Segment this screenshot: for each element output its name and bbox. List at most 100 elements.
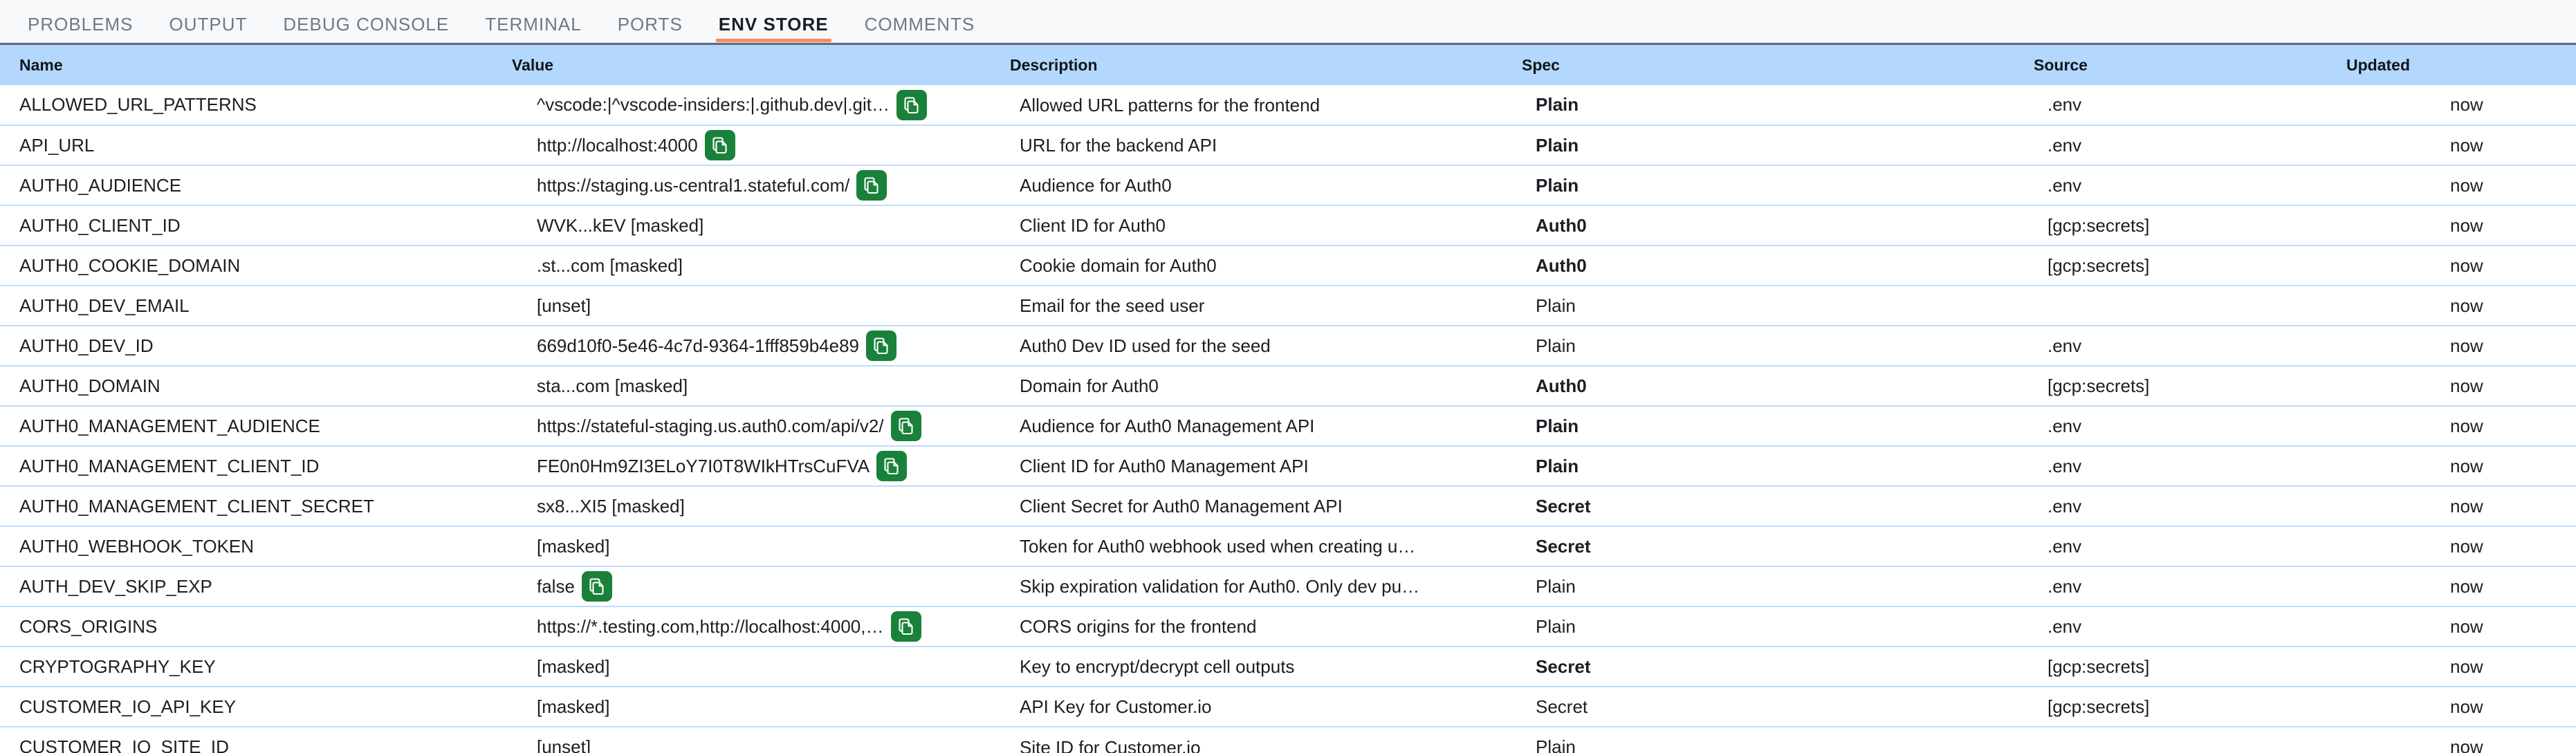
copy-icon[interactable]: [876, 451, 908, 481]
cell-spec: Plain: [1536, 736, 1576, 753]
cell-name: AUTH_DEV_SKIP_EXP: [0, 566, 512, 607]
cell-description: Skip expiration validation for Auth0. On…: [1010, 566, 1522, 607]
copy-icon[interactable]: [896, 89, 928, 120]
table-header-row: Name Value Description Spec Source Updated: [0, 45, 2576, 85]
cell-spec: Plain: [1522, 606, 2034, 647]
column-header-updated[interactable]: Updated: [2346, 45, 2576, 85]
cell-source: [gcp:secrets]: [2034, 647, 2346, 687]
cell-updated: now: [2346, 245, 2576, 286]
column-header-description[interactable]: Description: [1010, 45, 1522, 85]
cell-source: .env: [2034, 606, 2346, 647]
value-cell-inner: [masked]: [537, 651, 1009, 682]
value-cell-inner: sx8...XI5 [masked]: [537, 491, 1009, 521]
description-text: Client Secret for Auth0 Management API: [1020, 496, 1343, 517]
cell-name: AUTH0_COOKIE_DOMAIN: [0, 245, 512, 286]
cell-source: .env: [2034, 486, 2346, 527]
table-row[interactable]: CUSTOMER_IO_API_KEY [masked] API Key for C…: [0, 687, 2576, 727]
cell-spec: Plain: [1522, 85, 2034, 126]
value-cell-inner: https://stateful-staging.us.auth0.com/ap…: [537, 411, 1009, 441]
copy-icon[interactable]: [890, 411, 921, 441]
cell-updated: now: [2346, 165, 2576, 206]
panel-tab-env-store[interactable]: ENV STORE: [701, 15, 847, 42]
value-cell-inner: sta...com [masked]: [537, 371, 1009, 401]
description-text: URL for the backend API: [1020, 135, 1217, 156]
table-row[interactable]: AUTH0_CLIENT_ID WVK...kEV [masked] Client …: [0, 205, 2576, 246]
cell-source: .env: [2034, 446, 2346, 487]
cell-spec: Plain: [1522, 406, 2034, 447]
copy-icon[interactable]: [890, 611, 921, 642]
column-header-value[interactable]: Value: [512, 45, 1010, 85]
cell-value: WVK...kEV [masked]: [512, 205, 1010, 246]
panel-tab-output[interactable]: OUTPUT: [151, 15, 266, 42]
description-text: Client ID for Auth0: [1020, 215, 1166, 236]
cell-updated: now: [2346, 606, 2576, 647]
table-row[interactable]: CUSTOMER_IO_SITE_ID [unset] Site ID for Cu…: [0, 727, 2576, 753]
cell-value: [masked]: [512, 687, 1010, 727]
value-text: https://staging.us-central1.stateful.com…: [537, 174, 850, 196]
cell-name: AUTH0_MANAGEMENT_CLIENT_SECRET: [0, 486, 512, 527]
table-row[interactable]: ALLOWED_URL_PATTERNS ^vscode:|^vscode-ins…: [0, 85, 2576, 126]
value-cell-inner: [unset]: [537, 732, 1009, 753]
cell-source: .env: [2034, 566, 2346, 607]
env-store-table-container[interactable]: Name Value Description Spec Source Updated AL…: [0, 43, 2576, 753]
cell-value: [unset]: [512, 727, 1010, 753]
table-row[interactable]: API_URL http://localhost:4000 URL for the …: [0, 125, 2576, 166]
value-text: http://localhost:4000: [537, 134, 698, 156]
cell-updated: now: [2346, 446, 2576, 487]
table-row[interactable]: CORS_ORIGINS https://*.testing.com,http:/…: [0, 606, 2576, 647]
cell-source: [gcp:secrets]: [2034, 205, 2346, 246]
cell-value: https://stateful-staging.us.auth0.com/ap…: [512, 406, 1010, 447]
cell-description: Token for Auth0 webhook used when creati…: [1010, 526, 1522, 567]
table-row[interactable]: AUTH0_MANAGEMENT_AUDIENCE https://statefu…: [0, 406, 2576, 447]
panel-tab-ports[interactable]: PORTS: [600, 15, 701, 42]
copy-icon[interactable]: [581, 571, 612, 602]
table-row[interactable]: AUTH_DEV_SKIP_EXP false Skip expiration va…: [0, 566, 2576, 607]
cell-description: Domain for Auth0: [1010, 366, 1522, 407]
value-text: https://*.testing.com,http://localhost:4…: [537, 615, 884, 637]
panel-tab-problems[interactable]: PROBLEMS: [10, 15, 151, 42]
panel-tab-comments[interactable]: COMMENTS: [847, 15, 993, 42]
value-cell-inner: 669d10f0-5e46-4c7d-9364-1fff859b4e89: [537, 331, 1009, 361]
copy-icon[interactable]: [856, 170, 887, 201]
table-row[interactable]: AUTH0_DEV_EMAIL [unset] Email for the seed…: [0, 286, 2576, 326]
table-row[interactable]: AUTH0_WEBHOOK_TOKEN [masked] Token for Aut…: [0, 526, 2576, 567]
cell-source: .env: [2034, 125, 2346, 166]
table-row[interactable]: AUTH0_AUDIENCE https://staging.us-central…: [0, 165, 2576, 206]
panel-tab-terminal[interactable]: TERMINAL: [467, 15, 599, 42]
description-text: Email for the seed user: [1020, 295, 1205, 317]
cell-value: ^vscode:|^vscode-insiders:|.github.dev|.…: [512, 85, 1010, 126]
description-text: Site ID for Customer.io: [1020, 736, 1201, 753]
cell-spec: Plain: [1522, 125, 2034, 166]
cell-spec: Auth0: [1522, 366, 2034, 407]
table-row[interactable]: AUTH0_MANAGEMENT_CLIENT_ID FE0n0Hm9ZI3ELo…: [0, 446, 2576, 487]
value-cell-inner: WVK...kEV [masked]: [537, 210, 1009, 241]
table-row[interactable]: AUTH0_COOKIE_DOMAIN .st...com [masked] Coo…: [0, 245, 2576, 286]
copy-icon-placeholder: [598, 290, 628, 321]
table-row[interactable]: AUTH0_MANAGEMENT_CLIENT_SECRET sx8...XI5 …: [0, 486, 2576, 527]
cell-description: API Key for Customer.io: [1010, 687, 1522, 727]
table-row[interactable]: AUTH0_DOMAIN sta...com [masked] Domain for…: [0, 366, 2576, 407]
table-row[interactable]: AUTH0_DEV_ID 669d10f0-5e46-4c7d-9364-1fff…: [0, 326, 2576, 366]
value-text: WVK...kEV [masked]: [537, 214, 704, 236]
cell-source: [2034, 727, 2346, 753]
cell-spec: Auth0: [1522, 245, 2034, 286]
cell-spec: Plain: [1522, 286, 2034, 326]
column-header-spec[interactable]: Spec: [1522, 45, 2034, 85]
value-text: [unset]: [537, 295, 591, 316]
value-cell-inner: http://localhost:4000: [537, 130, 1009, 160]
cell-description: Auth0 Dev ID used for the seed: [1010, 326, 1522, 366]
cell-name: AUTH0_MANAGEMENT_CLIENT_ID: [0, 446, 512, 487]
column-header-name[interactable]: Name: [0, 45, 512, 85]
cell-name: AUTH0_CLIENT_ID: [0, 205, 512, 246]
cell-source: .env: [2034, 85, 2346, 126]
cell-name: CORS_ORIGINS: [0, 606, 512, 647]
column-header-source[interactable]: Source: [2034, 45, 2346, 85]
cell-updated: now: [2346, 647, 2576, 687]
table-row[interactable]: CRYPTOGRAPHY_KEY [masked] Key to encrypt/d…: [0, 647, 2576, 687]
description-text: Auth0 Dev ID used for the seed: [1020, 335, 1271, 357]
description-text: Token for Auth0 webhook used when creati…: [1020, 536, 1416, 557]
copy-icon[interactable]: [866, 331, 897, 361]
copy-icon[interactable]: [704, 130, 735, 160]
description-text: Cookie domain for Auth0: [1020, 255, 1217, 277]
panel-tab-debug-console[interactable]: DEBUG CONSOLE: [265, 15, 467, 42]
